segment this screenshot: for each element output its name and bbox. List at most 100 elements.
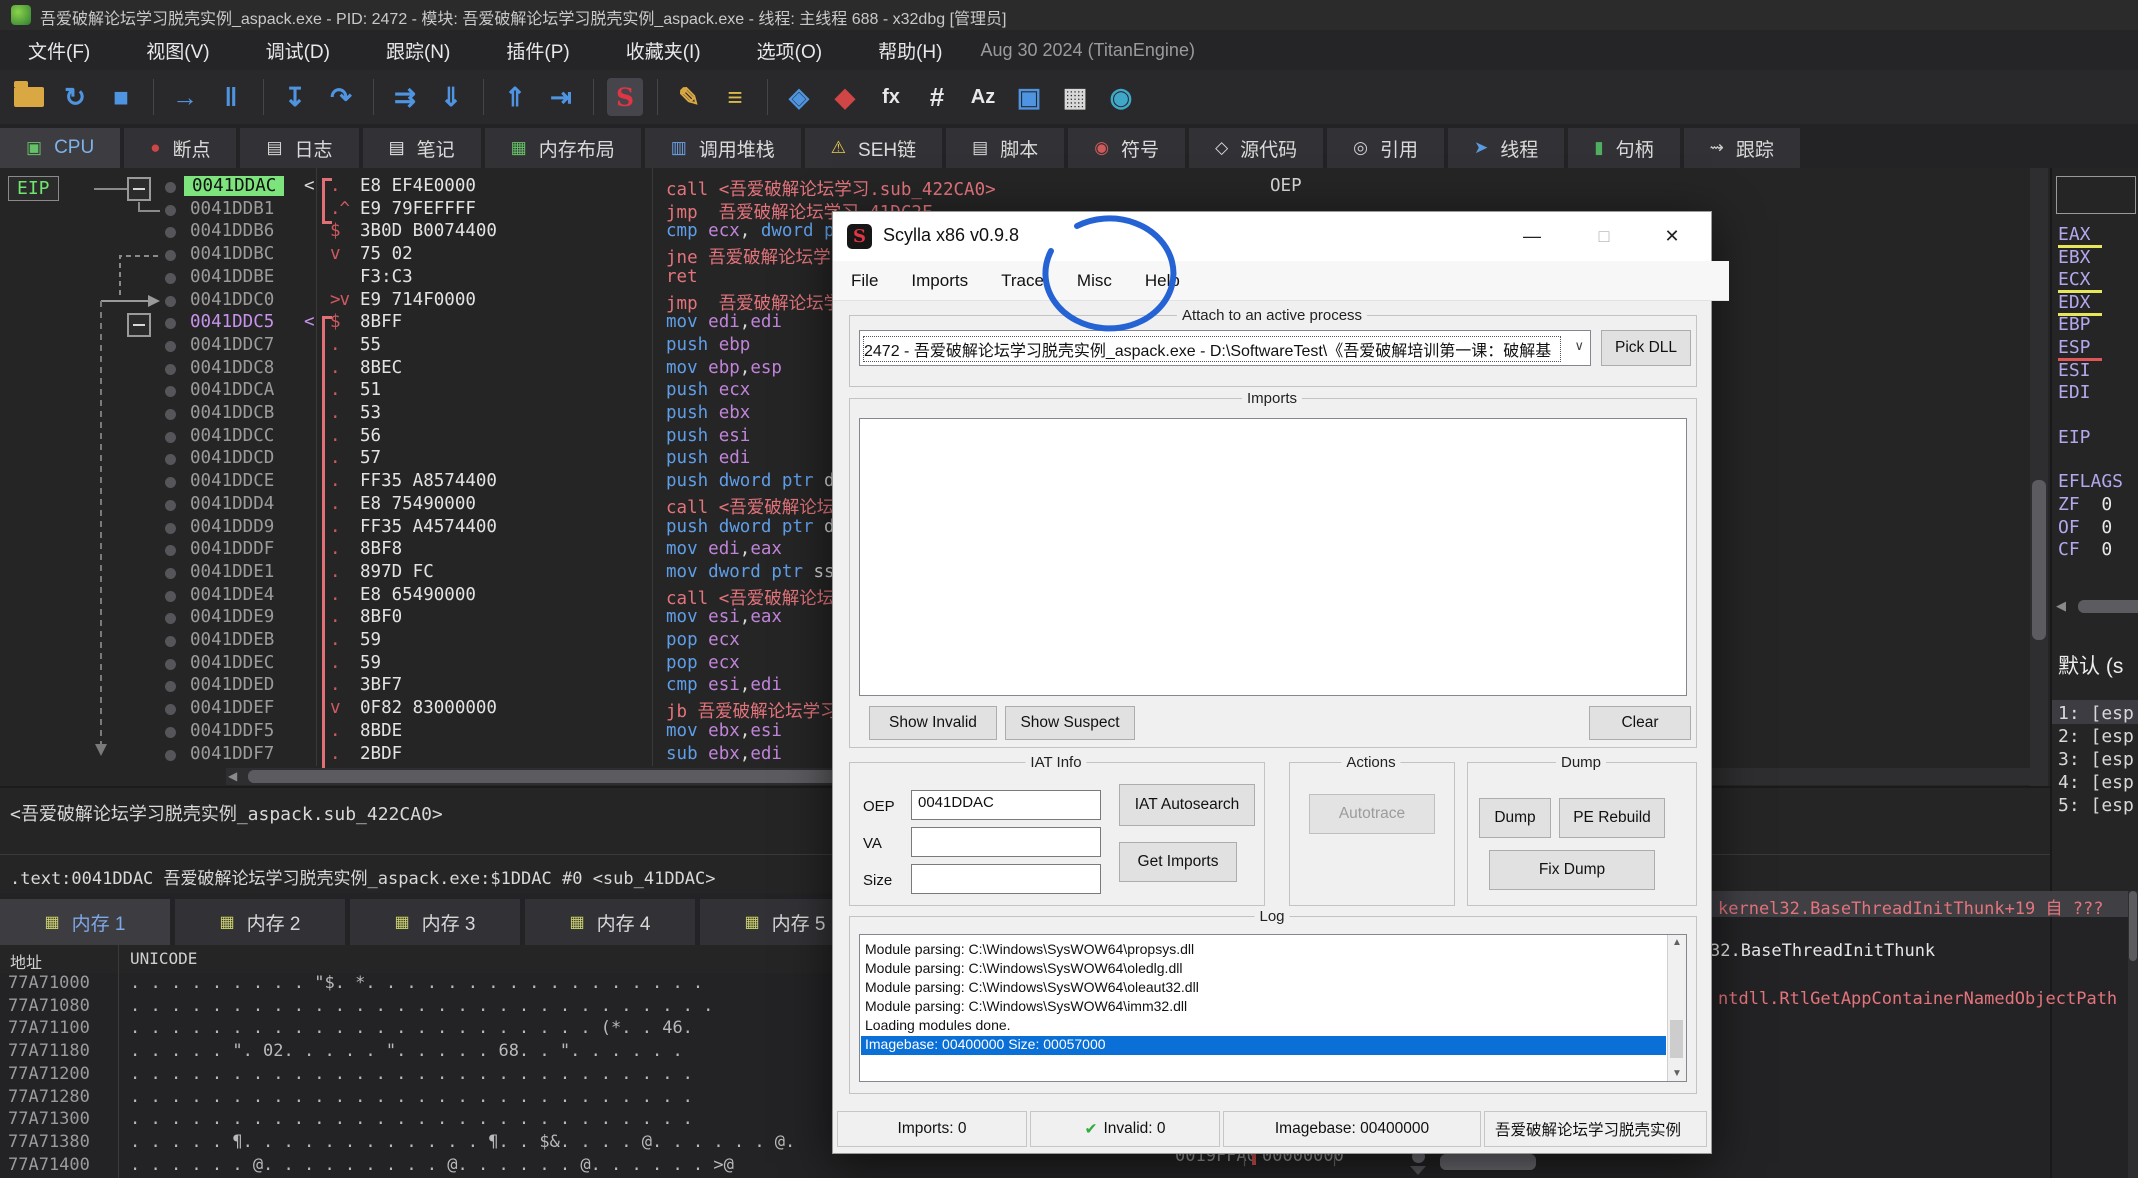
tab-跟踪[interactable]: ⇝跟踪 — [1684, 128, 1800, 168]
disasm-vscrollbar-thumb[interactable] — [2032, 480, 2046, 640]
scylla-titlebar[interactable]: S Scylla x86 v0.9.8 — □ ✕ — [833, 212, 1711, 261]
scroll-down-arrow-icon[interactable] — [1410, 1166, 1426, 1175]
stack-calling-convention[interactable]: 默认 (s — [2058, 650, 2123, 680]
pick-dll-button[interactable]: Pick DLL — [1601, 330, 1691, 366]
tab-CPU[interactable]: ▣CPU — [0, 128, 120, 168]
log-entry[interactable]: Module parsing: C:\Windows\SysWOW64\prop… — [861, 941, 1666, 960]
memtab-内存4[interactable]: ▦内存 4 — [525, 899, 695, 945]
iat-autosearch-button[interactable]: IAT Autosearch — [1119, 784, 1255, 826]
breakpoint-dot[interactable] — [165, 545, 176, 556]
tab-句柄[interactable]: ▮句柄 — [1568, 128, 1679, 168]
register-EDX[interactable]: EDX — [2058, 292, 2091, 313]
dump-row[interactable]: 77A71400. . . . . . @. . . . . . . . . @… — [0, 1155, 905, 1178]
scylla-menu-trace[interactable]: Trace — [1001, 271, 1044, 291]
run-icon[interactable]: → — [162, 75, 208, 119]
memtab-内存1[interactable]: ▦内存 1 — [0, 899, 170, 945]
register-EAX[interactable]: EAX — [2058, 224, 2091, 245]
stack-arg-row[interactable]: 2: [esp — [2058, 726, 2134, 747]
stack-arg-row[interactable]: 5: [esp — [2058, 795, 2134, 816]
dump-row[interactable]: 77A71080. . . . . . . . . . . . . . . . … — [0, 996, 905, 1019]
breakpoint-dot[interactable] — [165, 704, 176, 715]
dump-row[interactable]: 77A71380. . . . . ¶. . . . . . . . . . .… — [0, 1132, 905, 1155]
tab-内存布局[interactable]: ▦内存布局 — [485, 128, 641, 168]
menu-item-7[interactable]: 选项(O) — [729, 37, 850, 64]
compare-icon[interactable]: ◈ — [776, 75, 822, 119]
fx-icon[interactable]: fx — [868, 75, 914, 119]
breakpoint-dot[interactable] — [165, 432, 176, 443]
run-trace-icon[interactable]: ⇉ — [382, 75, 428, 119]
breakpoint-dot[interactable] — [165, 341, 176, 352]
process-combobox[interactable]: 2472 - 吾爱破解论坛学习脱壳实例_aspack.exe - D:\Soft… — [859, 330, 1591, 366]
register-EIP[interactable]: EIP — [2058, 427, 2091, 448]
dump-row[interactable]: 77A71300. . . . . . . . . . . . . . . . … — [0, 1109, 905, 1132]
imports-list[interactable] — [859, 418, 1687, 696]
show-suspect-button[interactable]: Show Suspect — [1005, 706, 1135, 740]
register-ESP[interactable]: ESP — [2058, 337, 2091, 358]
breakpoint-dot[interactable] — [165, 386, 176, 397]
maximize-button[interactable]: □ — [1573, 212, 1635, 261]
breakpoint-dot[interactable] — [165, 205, 176, 216]
pe-rebuild-button[interactable]: PE Rebuild — [1559, 798, 1665, 838]
log-vscrollbar-thumb[interactable] — [1670, 1020, 1683, 1058]
calculator-icon[interactable]: ▦ — [1052, 75, 1098, 119]
fix-dump-button[interactable]: Fix Dump — [1489, 850, 1655, 890]
scroll-up-arrow-icon[interactable]: ▲ — [1672, 937, 1682, 948]
scylla-menu-help[interactable]: Help — [1145, 271, 1180, 291]
hscroll-left-arrow-icon[interactable]: ◀ — [228, 769, 237, 783]
trace-into-icon[interactable]: ⇓ — [428, 75, 474, 119]
disasm-vscrollbar[interactable] — [2030, 168, 2048, 786]
restart-icon[interactable]: ↻ — [52, 75, 98, 119]
register-EBP[interactable]: EBP — [2058, 314, 2091, 335]
oep-field[interactable]: 0041DDAC — [911, 790, 1101, 820]
breakpoint-dot[interactable] — [165, 296, 176, 307]
dump-rows[interactable]: 77A71000. . . . . . . . . "$. *. . . . .… — [0, 973, 905, 1178]
dump-row[interactable]: 77A71280. . . . . . . . . . . . . . . . … — [0, 1087, 905, 1110]
log-entry[interactable]: Module parsing: C:\Windows\SysWOW64\oled… — [861, 960, 1666, 979]
breakpoint-dot[interactable] — [165, 273, 176, 284]
breakpoint-dot[interactable] — [165, 364, 176, 375]
numbers-icon[interactable]: # — [914, 75, 960, 119]
register-ECX[interactable]: ECX — [2058, 269, 2091, 290]
stop-icon[interactable]: ■ — [98, 75, 144, 119]
breakpoint-dot[interactable] — [165, 681, 176, 692]
tab-符号[interactable]: ◉符号 — [1068, 128, 1185, 168]
regs-hscrollbar-thumb[interactable] — [2078, 600, 2138, 613]
breakpoint-dot[interactable] — [165, 454, 176, 465]
scylla-menu-file[interactable]: File — [851, 271, 878, 291]
register-CF[interactable]: CF 0 — [2058, 539, 2112, 560]
menu-item-2[interactable]: 视图(V) — [118, 37, 237, 64]
scylla-menu-misc[interactable]: Misc — [1077, 271, 1112, 291]
tab-线程[interactable]: ➤线程 — [1448, 128, 1564, 168]
tab-脚本[interactable]: ▤脚本 — [946, 128, 1064, 168]
breakpoint-dot[interactable] — [165, 727, 176, 738]
breakpoint-dot[interactable] — [165, 500, 176, 511]
breakpoint-dot[interactable] — [165, 659, 176, 670]
register-EFLAGS[interactable]: EFLAGS — [2058, 471, 2123, 492]
patch-file-icon[interactable]: ◆ — [822, 75, 868, 119]
menu-item-5[interactable]: 插件(P) — [478, 37, 597, 64]
log-entry[interactable]: Module parsing: C:\Windows\SysWOW64\imm3… — [861, 998, 1666, 1017]
scylla-menu-imports[interactable]: Imports — [911, 271, 968, 291]
step-into-icon[interactable]: ↧ — [272, 75, 318, 119]
breakpoint-dot[interactable] — [165, 750, 176, 761]
chevron-down-icon[interactable]: ∨ — [1574, 338, 1584, 354]
log-entry[interactable]: Imagebase: 00400000 Size: 00057000 — [861, 1036, 1666, 1055]
memtab-内存3[interactable]: ▦内存 3 — [350, 899, 520, 945]
breakpoint-dot[interactable] — [165, 409, 176, 420]
log-vscrollbar[interactable]: ▲ ▼ — [1667, 935, 1686, 1081]
tab-笔记[interactable]: ▤笔记 — [363, 128, 481, 168]
regs-scroll-left-icon[interactable]: ◀ — [2056, 598, 2066, 614]
tab-SEH链[interactable]: ⚠SEH链 — [805, 128, 942, 168]
va-field[interactable] — [911, 827, 1101, 857]
breakpoint-dot[interactable] — [165, 523, 176, 534]
patches-icon[interactable]: ≡ — [712, 75, 758, 119]
register-ESI[interactable]: ESI — [2058, 360, 2091, 381]
dump-row[interactable]: 77A71180. . . . . ". 02. . . . . ". . . … — [0, 1041, 905, 1064]
breakpoint-dot[interactable] — [165, 477, 176, 488]
strings-icon[interactable]: Az — [960, 75, 1006, 119]
dump-row[interactable]: 77A71000. . . . . . . . . "$. *. . . . .… — [0, 973, 905, 996]
menu-item-6[interactable]: 收藏夹(I) — [598, 37, 729, 64]
registers-panel[interactable]: EAXEBXECXEDXEBPESPESIEDIEIPEFLAGSZF 0OF … — [2052, 168, 2138, 893]
tab-引用[interactable]: ◎引用 — [1327, 128, 1444, 168]
log-list[interactable]: Module parsing: C:\Windows\SysWOW64\prop… — [859, 934, 1687, 1082]
